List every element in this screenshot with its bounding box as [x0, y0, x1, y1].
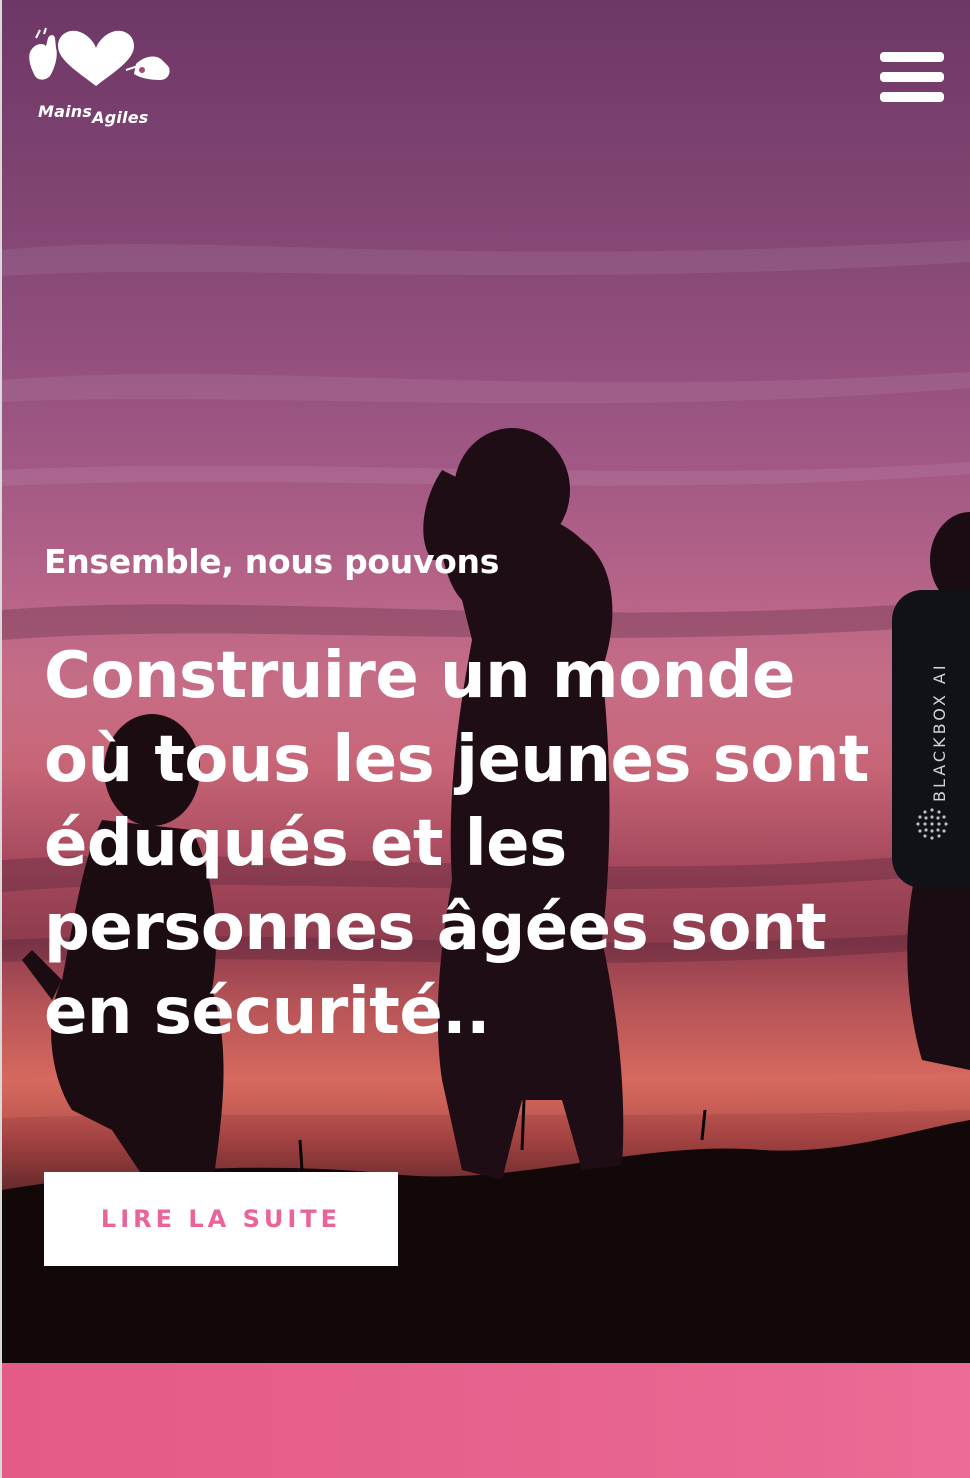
brand-name[interactable]: MainsAgiles	[38, 102, 149, 127]
blackbox-ai-widget[interactable]: BLACKBOX AI	[892, 590, 970, 888]
hamburger-menu-icon[interactable]	[880, 50, 946, 108]
dotted-circle-icon	[916, 808, 948, 840]
brand-name-sub: Agiles	[92, 108, 149, 127]
menu-bar-middle	[880, 72, 944, 82]
read-more-label: LIRE LA SUITE	[100, 1205, 342, 1233]
read-more-button[interactable]: LIRE LA SUITE	[44, 1172, 398, 1266]
menu-bar-top	[880, 52, 944, 62]
brand-name-main: Mains	[38, 102, 93, 121]
hero-section: MainsAgiles Ensemble, nous pouvons Const…	[2, 0, 970, 1363]
menu-bar-bottom	[880, 92, 944, 102]
pink-section-band	[2, 1363, 970, 1478]
blackbox-ai-label: BLACKBOX AI	[930, 662, 949, 802]
hero-headline: Construire un monde où tous les jeunes s…	[44, 639, 870, 1049]
hero-kicker: Ensemble, nous pouvons	[44, 542, 500, 581]
